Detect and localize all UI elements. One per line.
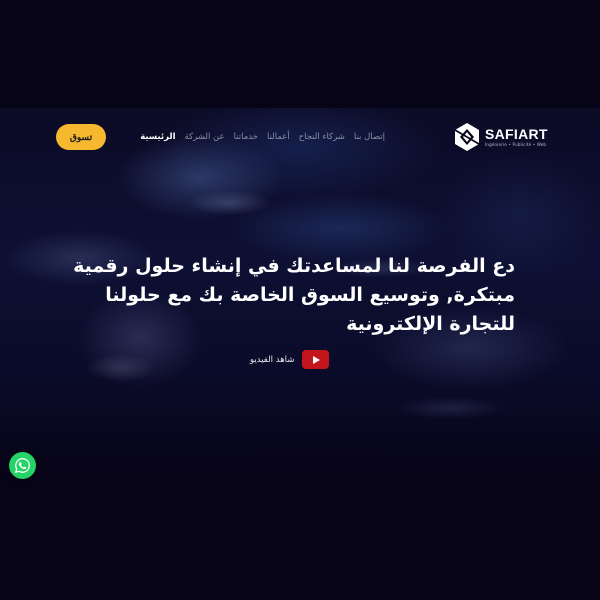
page: SAFIART Ingénierie • Publicité • Web الر… bbox=[0, 0, 600, 600]
logo[interactable]: SAFIART Ingénierie • Publicité • Web bbox=[452, 122, 548, 152]
main-nav: الرئيسية عن الشركة خدماتنا أعمالنا شركاء… bbox=[140, 132, 385, 142]
nav-item-services[interactable]: خدماتنا bbox=[234, 132, 258, 142]
youtube-play-icon[interactable] bbox=[302, 350, 330, 369]
nav-item-contact[interactable]: إتصال بنا bbox=[354, 132, 385, 142]
nav-item-works[interactable]: أعمالنا bbox=[267, 132, 290, 142]
hero-headline: دع الفرصة لنا لمساعدتك في إنشاء حلول رقم… bbox=[73, 255, 515, 335]
nav-item-about[interactable]: عن الشركة bbox=[185, 132, 225, 142]
watch-video-link[interactable]: شاهد الفيديو bbox=[250, 350, 330, 369]
whatsapp-icon[interactable] bbox=[9, 452, 36, 479]
watch-video-label: شاهد الفيديو bbox=[250, 354, 295, 365]
logo-name: SAFIART bbox=[485, 125, 548, 142]
nav-item-partners[interactable]: شركاء النجاح bbox=[299, 132, 345, 142]
logo-mark-icon bbox=[454, 123, 480, 151]
logo-tagline: Ingénierie • Publicité • Web bbox=[485, 141, 547, 147]
site-header: SAFIART Ingénierie • Publicité • Web الر… bbox=[0, 120, 600, 156]
shop-button[interactable]: تسوق bbox=[56, 124, 106, 150]
nav-item-home[interactable]: الرئيسية bbox=[140, 132, 175, 142]
